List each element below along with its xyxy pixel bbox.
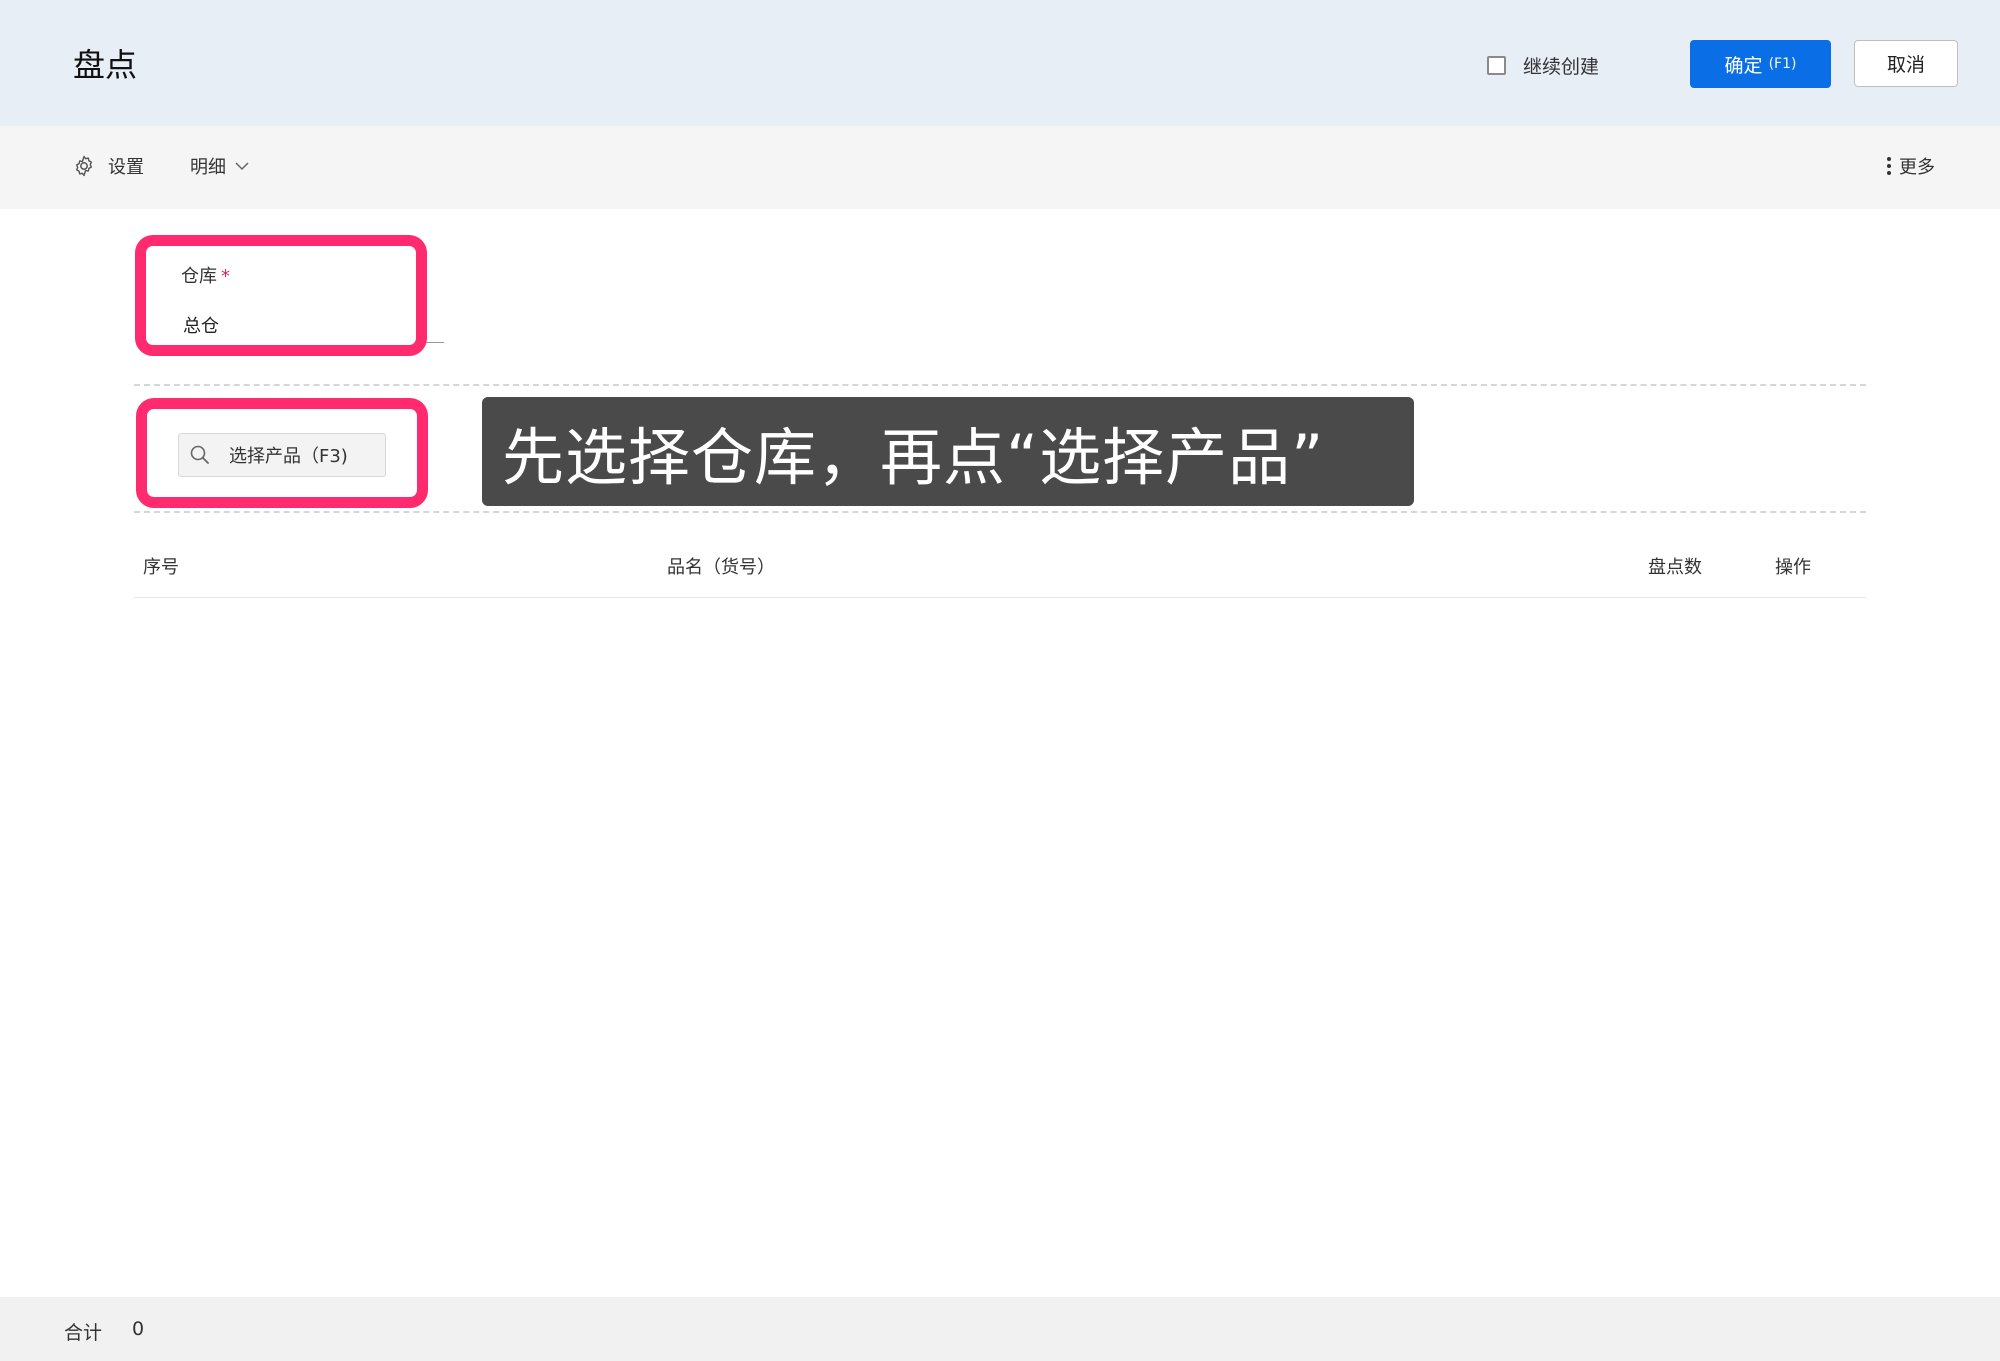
section-divider bbox=[134, 511, 1866, 513]
more-label: 更多 bbox=[1899, 157, 1935, 178]
more-button[interactable]: 更多 bbox=[1885, 153, 1935, 179]
cancel-button[interactable]: 取消 bbox=[1854, 40, 1958, 87]
section-divider bbox=[134, 384, 1866, 386]
total-value: 0 bbox=[132, 1318, 145, 1340]
product-highlight-box bbox=[136, 398, 428, 508]
table-header-divider bbox=[134, 597, 1866, 598]
chevron-down-icon bbox=[235, 162, 249, 171]
detail-dropdown[interactable]: 明细 bbox=[190, 153, 250, 179]
instruction-text: 先选择仓库，再点“选择产品” bbox=[502, 420, 1325, 494]
detail-label: 明细 bbox=[190, 157, 226, 178]
total-label: 合计 bbox=[64, 1322, 103, 1344]
continue-create-checkbox[interactable] bbox=[1487, 55, 1506, 75]
header-bar: 盘点 继续创建 确定 (F1) 取消 bbox=[0, 0, 2000, 126]
footer-bar: 合计 0 bbox=[0, 1297, 2000, 1361]
continue-create-option[interactable]: 继续创建 bbox=[1487, 50, 1599, 80]
settings-label: 设置 bbox=[108, 157, 144, 178]
warehouse-highlight-box bbox=[135, 235, 427, 356]
page-title: 盘点 bbox=[73, 46, 138, 84]
confirm-button[interactable]: 确定 (F1) bbox=[1690, 40, 1831, 88]
gear-icon bbox=[76, 155, 92, 177]
column-header-name: 品名（货号） bbox=[667, 557, 775, 578]
column-header-action: 操作 bbox=[1775, 557, 1811, 578]
toolbar: 设置 明细 更多 bbox=[0, 126, 2000, 209]
confirm-button-label: 确定 bbox=[1724, 54, 1763, 77]
column-header-seq: 序号 bbox=[143, 557, 179, 578]
settings-button[interactable]: 设置 bbox=[72, 153, 144, 179]
kebab-icon bbox=[1887, 157, 1891, 175]
column-header-count: 盘点数 bbox=[1648, 557, 1702, 578]
continue-create-label[interactable]: 继续创建 bbox=[1523, 52, 1599, 79]
instruction-banner: 先选择仓库，再点“选择产品” bbox=[482, 397, 1414, 506]
confirm-shortcut-hint: (F1) bbox=[1768, 56, 1797, 72]
page: 盘点 继续创建 确定 (F1) 取消 设置 明细 更多 仓库 * 总仓 选择产品… bbox=[0, 0, 2000, 1361]
